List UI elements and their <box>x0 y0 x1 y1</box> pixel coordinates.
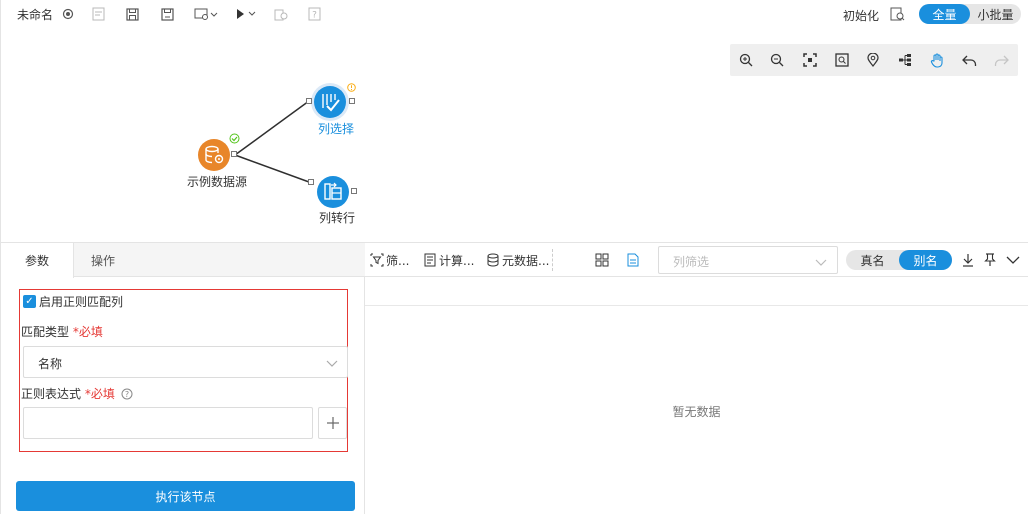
enable-regex-checkbox[interactable]: ✓ <box>23 295 36 308</box>
download-icon[interactable] <box>962 243 974 277</box>
init-label[interactable]: 初始化 <box>843 7 879 24</box>
config-tabs: 参数 操作 <box>1 243 365 278</box>
filter-icon <box>370 253 384 267</box>
required-mark: *必填 <box>84 387 115 401</box>
toolbar-divider <box>552 249 553 271</box>
layout-icon[interactable] <box>897 52 913 68</box>
grid-view-icon[interactable] <box>595 243 609 277</box>
mode-toggle[interactable]: 全量 小批量 <box>919 4 1021 24</box>
preview-toolbar: 筛... 计算... 元数据... 列筛选 真名 别名 <box>365 243 1028 277</box>
input-port[interactable] <box>308 179 314 185</box>
output-port[interactable] <box>231 151 237 157</box>
flow-node-data-source[interactable] <box>198 139 230 171</box>
mode-option-batch[interactable]: 小批量 <box>970 4 1021 24</box>
node-config-panel: 参数 操作 ✓ 启用正则匹配列 匹配类型 *必填 名称 正则表达式 *必填 ? … <box>0 242 365 514</box>
add-regex-button[interactable] <box>318 407 347 439</box>
zoom-in-icon[interactable] <box>738 52 754 68</box>
regex-label: 正则表达式 *必填 ? <box>21 385 133 403</box>
empty-state-text: 暂无数据 <box>672 405 721 419</box>
pan-icon[interactable] <box>929 52 945 68</box>
column-to-row-icon <box>324 182 342 200</box>
pin-icon[interactable] <box>984 243 996 277</box>
canvas-zoom-toolbar <box>730 44 1018 76</box>
node-label-data-source: 示例数据源 <box>187 175 248 189</box>
execute-node-button[interactable]: 执行该节点 <box>16 481 355 511</box>
undo-icon[interactable] <box>961 52 977 68</box>
name-option-alias[interactable]: 别名 <box>899 250 952 270</box>
calculator-icon <box>423 253 437 267</box>
mode-option-full[interactable]: 全量 <box>919 4 970 24</box>
zoom-out-icon[interactable] <box>769 52 785 68</box>
chevron-down-icon <box>326 357 338 371</box>
regex-input[interactable] <box>23 407 313 439</box>
collapse-panel-icon[interactable] <box>1006 243 1020 277</box>
column-filter-placeholder: 列筛选 <box>673 255 710 269</box>
tab-params[interactable]: 参数 <box>1 243 74 278</box>
flow-node-column-select[interactable] <box>314 86 346 118</box>
redo-icon[interactable] <box>993 52 1009 68</box>
name-mode-toggle[interactable]: 真名 别名 <box>846 250 952 270</box>
enable-regex-label[interactable]: 启用正则匹配列 <box>39 293 123 310</box>
match-type-select[interactable]: 名称 <box>23 346 348 378</box>
help-icon[interactable]: ? <box>121 388 133 403</box>
success-status-icon <box>229 133 240 147</box>
tab-operations[interactable]: 操作 <box>74 243 132 277</box>
actual-size-icon[interactable] <box>834 52 850 68</box>
document-view-icon[interactable] <box>627 243 639 277</box>
database-icon <box>486 253 500 267</box>
warning-status-icon <box>347 81 356 95</box>
output-port[interactable] <box>349 98 355 104</box>
column-select-icon <box>322 94 340 112</box>
plus-icon <box>326 417 339 429</box>
column-filter-select[interactable]: 列筛选 <box>658 246 838 274</box>
output-port[interactable] <box>351 188 357 194</box>
input-port[interactable] <box>306 98 312 104</box>
node-label-column-to-row: 列转行 <box>319 211 356 225</box>
fit-screen-icon[interactable] <box>802 52 818 68</box>
match-type-value: 名称 <box>38 357 63 371</box>
flow-canvas[interactable]: 未命名 ? 初始化 全量 小批量 示例数据源 列选择 列转行 <box>0 0 1028 242</box>
data-preview-panel: 筛... 计算... 元数据... 列筛选 真名 别名 暂无数据 <box>365 242 1028 514</box>
filter-button[interactable]: 筛... <box>370 243 409 277</box>
match-type-label: 匹配类型 *必填 <box>21 325 103 339</box>
required-mark: *必填 <box>72 325 103 339</box>
chevron-down-icon <box>815 256 827 270</box>
metadata-button[interactable]: 元数据... <box>486 243 549 277</box>
compute-button[interactable]: 计算... <box>423 243 474 277</box>
node-label-column-select: 列选择 <box>318 122 355 136</box>
table-header-row <box>365 277 1028 306</box>
init-icon[interactable] <box>889 6 905 22</box>
name-option-real[interactable]: 真名 <box>846 250 899 270</box>
regex-config-form: ✓ 启用正则匹配列 匹配类型 *必填 名称 正则表达式 *必填 ? <box>19 289 348 452</box>
flow-node-column-to-row[interactable] <box>317 176 349 208</box>
locate-icon[interactable] <box>865 52 881 68</box>
edge-source-to-column-select <box>234 100 310 156</box>
svg-text:?: ? <box>125 390 129 399</box>
database-gear-icon <box>205 145 224 164</box>
